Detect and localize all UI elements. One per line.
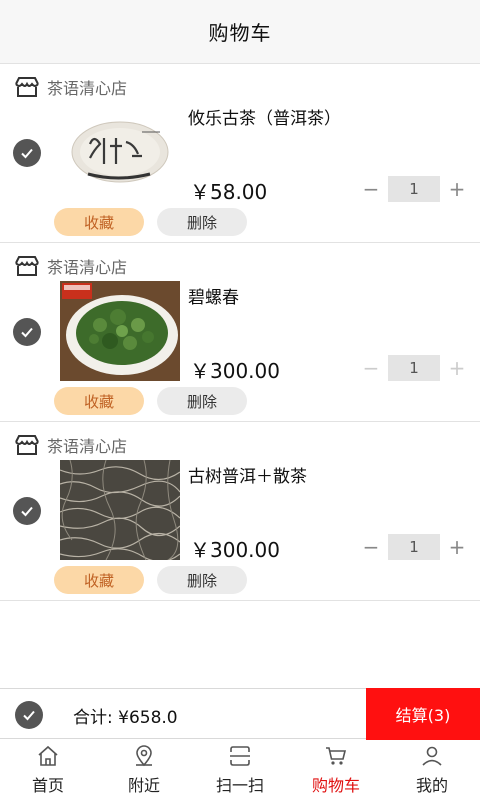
product-image-green-tea-bowl[interactable] xyxy=(60,281,180,381)
store-name: 茶语清心店 xyxy=(47,437,128,456)
select-all-checkbox[interactable] xyxy=(15,701,43,729)
store-name: 茶语清心店 xyxy=(47,79,128,98)
store-header[interactable]: 茶语清心店 xyxy=(14,76,127,98)
quantity-stepper: − 1 + xyxy=(360,176,468,202)
increase-button[interactable]: + xyxy=(446,534,468,560)
page-title: 购物车 xyxy=(208,21,272,45)
tab-home[interactable]: 首页 xyxy=(0,740,96,800)
tab-label: 扫一扫 xyxy=(215,776,264,795)
quantity-stepper: − 1 + xyxy=(360,355,468,381)
product-name[interactable]: 古树普洱＋散茶 xyxy=(188,462,307,487)
store-header[interactable]: 茶语清心店 xyxy=(14,434,127,456)
decrease-button[interactable]: − xyxy=(360,534,382,560)
tab-scan[interactable]: 扫一扫 xyxy=(192,740,288,800)
location-icon xyxy=(136,745,152,767)
shop-icon xyxy=(14,255,40,277)
cart-total: 合计: ¥658.0 xyxy=(73,708,178,728)
checkmark-icon xyxy=(21,148,33,159)
tab-cart[interactable]: 购物车 xyxy=(288,740,384,800)
checkmark-icon xyxy=(21,506,33,517)
cart-item: 茶语清心店 碧螺春 ￥300.00 − 1 + 收藏 删除 xyxy=(0,243,480,422)
home-icon xyxy=(38,745,58,766)
scan-icon xyxy=(230,746,250,766)
item-checkbox[interactable] xyxy=(13,139,41,167)
user-icon xyxy=(422,746,442,766)
product-image-tea-cake[interactable] xyxy=(60,116,180,188)
store-name: 茶语清心店 xyxy=(47,258,128,277)
shop-icon xyxy=(14,76,40,98)
delete-button[interactable]: 删除 xyxy=(157,208,247,236)
checkout-button[interactable]: 结算(3) xyxy=(366,688,480,740)
store-header[interactable]: 茶语清心店 xyxy=(14,255,127,277)
decrease-button[interactable]: − xyxy=(360,176,382,202)
checkmark-icon xyxy=(23,710,35,721)
cart-item: 茶语清心店 古树普洱＋散茶 ￥300.00 − 1 + 收藏 删除 xyxy=(0,422,480,601)
product-price: ￥300.00 xyxy=(190,359,280,383)
cart-icon xyxy=(326,747,347,765)
tab-label: 附近 xyxy=(127,776,160,795)
tab-profile[interactable]: 我的 xyxy=(384,740,480,800)
increase-button[interactable]: + xyxy=(446,176,468,202)
quantity-value[interactable]: 1 xyxy=(388,355,440,381)
checkout-bar: 合计: ¥658.0 结算(3) xyxy=(0,688,480,740)
increase-button[interactable]: + xyxy=(446,355,468,381)
tab-label: 我的 xyxy=(415,776,448,795)
cart-list: 茶语清心店 攸乐古茶（普洱茶） ￥58.00 − 1 + 收藏 删除 茶语清心店… xyxy=(0,64,480,601)
item-checkbox[interactable] xyxy=(13,318,41,346)
tab-nearby[interactable]: 附近 xyxy=(96,740,192,800)
tab-label: 购物车 xyxy=(311,776,360,795)
favorite-button[interactable]: 收藏 xyxy=(54,387,144,415)
quantity-value[interactable]: 1 xyxy=(388,176,440,202)
quantity-stepper: − 1 + xyxy=(360,534,468,560)
checkmark-icon xyxy=(21,327,33,338)
cart-item: 茶语清心店 攸乐古茶（普洱茶） ￥58.00 − 1 + 收藏 删除 xyxy=(0,64,480,243)
tab-label: 首页 xyxy=(31,776,64,795)
favorite-button[interactable]: 收藏 xyxy=(54,566,144,594)
favorite-button[interactable]: 收藏 xyxy=(54,208,144,236)
delete-button[interactable]: 删除 xyxy=(157,387,247,415)
product-name[interactable]: 攸乐古茶（普洱茶） xyxy=(188,104,341,129)
product-price: ￥58.00 xyxy=(190,180,268,204)
decrease-button[interactable]: − xyxy=(360,355,382,381)
quantity-value[interactable]: 1 xyxy=(388,534,440,560)
product-name[interactable]: 碧螺春 xyxy=(188,283,239,308)
bottom-tab-bar: 首页 附近 扫一扫 购物车 我的 xyxy=(0,740,480,800)
delete-button[interactable]: 删除 xyxy=(157,566,247,594)
item-checkbox[interactable] xyxy=(13,497,41,525)
product-price: ￥300.00 xyxy=(190,538,280,562)
product-image-loose-tea[interactable] xyxy=(60,460,180,560)
app-header: 购物车 xyxy=(0,0,480,64)
shop-icon xyxy=(14,434,40,456)
